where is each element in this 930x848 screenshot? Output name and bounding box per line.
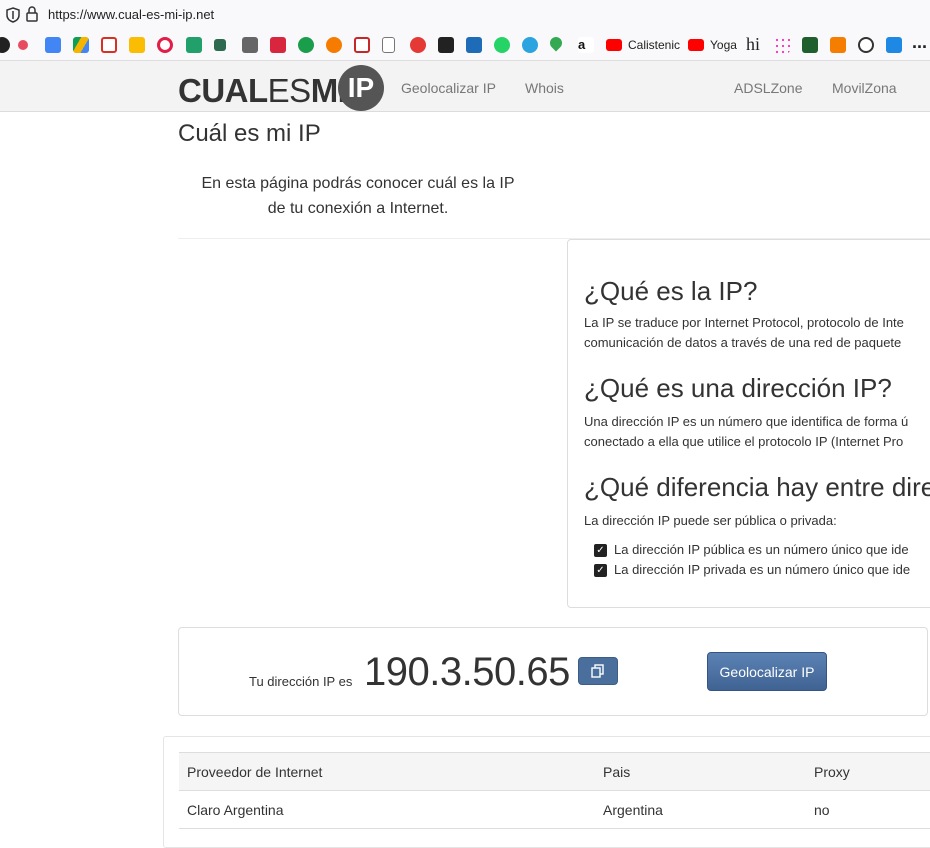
logo-part: CUAL <box>178 72 268 109</box>
bookmark-icon[interactable] <box>186 37 202 53</box>
calendar-icon[interactable] <box>45 37 61 53</box>
intro-line: En esta página podrás conocer cuál es la… <box>201 175 515 192</box>
bookmarks-bar: a Calistenic Yoga hi ... <box>0 30 930 61</box>
browser-url-bar[interactable]: https://www.cual-es-mi-ip.net <box>0 0 930 31</box>
bookmark-icon[interactable] <box>466 37 482 53</box>
checkbox-icon: ✓ <box>594 564 607 577</box>
column-header: Proveedor de Internet <box>187 763 323 780</box>
list-item: La dirección IP pública es un número úni… <box>614 542 909 557</box>
gmail-icon[interactable] <box>101 37 117 53</box>
ip-panel: Tu dirección IP es 190.3.50.65 Geolocali… <box>178 627 928 716</box>
column-header: Pais <box>603 763 631 780</box>
spiral-icon[interactable] <box>157 37 173 53</box>
telegram-icon[interactable] <box>522 37 538 53</box>
geolocate-ip-button[interactable]: Geolocalizar IP <box>707 652 827 691</box>
clover-icon[interactable] <box>298 37 314 53</box>
heading-que-es-ip: ¿Qué es la IP? <box>584 276 758 306</box>
bookmark-icon[interactable] <box>802 37 818 53</box>
dots-icon[interactable] <box>774 37 790 53</box>
checkbox-icon: ✓ <box>594 544 607 557</box>
shield-icon[interactable] <box>6 7 20 23</box>
paragraph: La IP se traduce por Internet Protocol, … <box>584 315 904 330</box>
bookmark-icon[interactable] <box>438 37 454 53</box>
lock-icon[interactable] <box>26 6 38 22</box>
bookmark-icon[interactable] <box>858 37 874 53</box>
paragraph: La dirección IP puede ser pública o priv… <box>584 513 837 528</box>
document-icon[interactable] <box>382 37 395 53</box>
maps-pin-icon[interactable] <box>547 34 565 52</box>
bookmark-icon[interactable] <box>354 37 370 53</box>
bookmark-label[interactable]: Yoga <box>710 38 737 52</box>
logo-ip-circle: IP <box>338 65 384 111</box>
bookmark-icon[interactable] <box>242 37 258 53</box>
heading-diferencia: ¿Qué diferencia hay entre dire <box>584 472 930 502</box>
heading-direccion-ip: ¿Qué es una dirección IP? <box>584 373 892 403</box>
nav-adslzone[interactable]: ADSLZone <box>734 80 802 96</box>
column-header: Proxy <box>814 763 850 780</box>
logo-text: CUALESMI <box>178 72 347 110</box>
table-header-row: Proveedor de Internet Pais Proxy <box>179 752 930 791</box>
table-cell: Argentina <box>603 801 663 818</box>
site-navbar: CUALESMI IP Geolocalizar IP Whois ADSLZo… <box>0 61 930 112</box>
amazon-icon[interactable]: a <box>578 37 594 53</box>
bookmark-icon[interactable] <box>410 37 426 53</box>
whatsapp-icon[interactable] <box>494 37 510 53</box>
table-row: Claro Argentina Argentina no <box>179 791 930 829</box>
bookmark-icon[interactable] <box>214 39 226 51</box>
keep-icon[interactable] <box>129 37 145 53</box>
copy-icon <box>591 664 604 678</box>
info-panel: ¿Qué es la IP? La IP se traduce por Inte… <box>567 239 930 608</box>
url-text[interactable]: https://www.cual-es-mi-ip.net <box>48 7 214 22</box>
paragraph: Una dirección IP es un número que identi… <box>584 414 909 429</box>
table-cell: Claro Argentina <box>187 801 284 818</box>
drive-icon[interactable] <box>73 37 89 53</box>
overflow-icon[interactable]: ... <box>912 32 927 53</box>
bookmark-icon[interactable] <box>270 37 286 53</box>
youtube-icon[interactable] <box>688 39 704 51</box>
isp-table-panel: Proveedor de Internet Pais Proxy Claro A… <box>163 736 930 848</box>
paragraph: comunicación de datos a través de una re… <box>584 335 902 350</box>
list-item: La dirección IP privada es un número úni… <box>614 562 911 577</box>
bookmark-icon[interactable] <box>886 37 902 53</box>
copy-ip-button[interactable] <box>578 657 618 685</box>
isp-table: Proveedor de Internet Pais Proxy Claro A… <box>179 752 930 829</box>
youtube-icon[interactable] <box>606 39 622 51</box>
blogger-icon[interactable] <box>830 37 846 53</box>
table-cell: no <box>814 801 830 818</box>
bookmark-icon[interactable] <box>326 37 342 53</box>
bookmark-label[interactable]: Calistenic <box>628 38 680 52</box>
bookmark-label[interactable]: hi <box>746 34 760 55</box>
page-title: Cuál es mi IP <box>178 120 321 147</box>
nav-geolocalizar[interactable]: Geolocalizar IP <box>401 80 496 96</box>
intro-text: En esta página podrás conocer cuál es la… <box>178 171 538 221</box>
bookmark-icon[interactable] <box>0 37 10 53</box>
bookmark-icon[interactable] <box>18 40 28 50</box>
paragraph: conectado a ella que utilice el protocol… <box>584 434 904 449</box>
nav-movilzona[interactable]: MovilZona <box>832 80 897 96</box>
logo-part: ES <box>267 72 312 109</box>
ip-label: Tu dirección IP es <box>249 674 353 689</box>
intro-line: de tu conexión a Internet. <box>267 200 449 217</box>
ip-value[interactable]: 190.3.50.65 <box>364 650 570 695</box>
nav-whois[interactable]: Whois <box>525 80 564 96</box>
